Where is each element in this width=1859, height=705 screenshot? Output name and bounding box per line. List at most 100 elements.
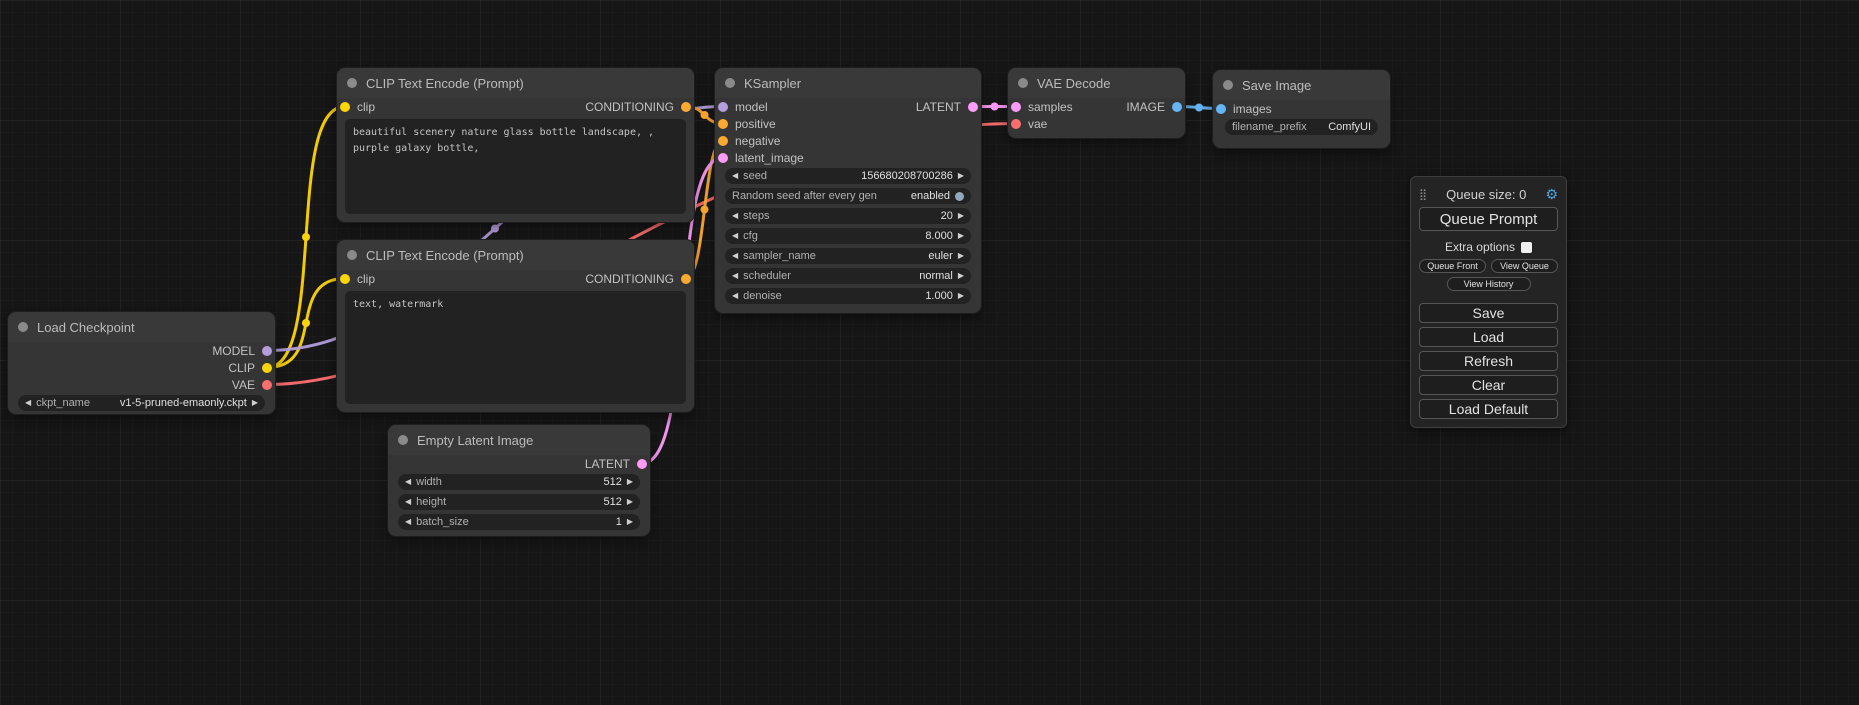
widget-label: batch_size — [416, 516, 469, 528]
increment-arrow-icon[interactable]: ▶ — [958, 272, 964, 280]
node-title-bar[interactable]: Empty Latent Image — [388, 425, 650, 455]
collapse-dot-icon[interactable] — [1018, 78, 1028, 88]
input-slot-positive[interactable] — [718, 119, 728, 129]
input-slot-model[interactable] — [718, 102, 728, 112]
output-slot-conditioning[interactable] — [681, 274, 691, 284]
load-default-button[interactable]: Load Default — [1419, 399, 1558, 419]
increment-arrow-icon[interactable]: ▶ — [627, 518, 633, 526]
node-title-bar[interactable]: VAE Decode — [1008, 68, 1185, 98]
gear-icon[interactable]: ⚙ — [1545, 186, 1558, 203]
widget-filename-prefix[interactable]: filename_prefix ComfyUI — [1225, 119, 1378, 135]
decrement-arrow-icon[interactable]: ◀ — [732, 172, 738, 180]
widget-label: denoise — [743, 290, 782, 302]
widget-cfg[interactable]: ◀ cfg 8.000 ▶ — [725, 228, 971, 244]
collapse-dot-icon[interactable] — [1223, 80, 1233, 90]
node-title-bar[interactable]: CLIP Text Encode (Prompt) — [337, 68, 694, 98]
decrement-arrow-icon[interactable]: ◀ — [732, 212, 738, 220]
widget-denoise[interactable]: ◀ denoise 1.000 ▶ — [725, 288, 971, 304]
widget-seed[interactable]: ◀ seed 156680208700286 ▶ — [725, 168, 971, 184]
load-button[interactable]: Load — [1419, 327, 1558, 347]
input-slot-clip[interactable] — [340, 274, 350, 284]
queue-prompt-button[interactable]: Queue Prompt — [1419, 207, 1558, 231]
drag-handle-icon[interactable]: ⣿ — [1419, 188, 1427, 201]
node-title-bar[interactable]: Save Image — [1213, 70, 1390, 100]
queue-front-button[interactable]: Queue Front — [1419, 259, 1486, 273]
node-clip-text-encode-negative[interactable]: CLIP Text Encode (Prompt) clip CONDITION… — [337, 240, 694, 412]
decrement-arrow-icon[interactable]: ◀ — [405, 518, 411, 526]
widget-sampler-name[interactable]: ◀ sampler_name euler ▶ — [725, 248, 971, 264]
output-label-image: IMAGE — [1126, 100, 1165, 114]
output-slot-vae[interactable] — [262, 380, 272, 390]
collapse-dot-icon[interactable] — [398, 435, 408, 445]
increment-arrow-icon[interactable]: ▶ — [958, 252, 964, 260]
output-slot-group: CONDITIONING — [585, 272, 691, 286]
view-queue-button[interactable]: View Queue — [1491, 259, 1558, 273]
decrement-arrow-icon[interactable]: ◀ — [732, 292, 738, 300]
view-history-button[interactable]: View History — [1447, 277, 1531, 291]
node-clip-text-encode-positive[interactable]: CLIP Text Encode (Prompt) clip CONDITION… — [337, 68, 694, 222]
widget-value: euler — [928, 250, 952, 262]
node-load-checkpoint[interactable]: Load Checkpoint MODEL CLIP VAE ◀ ckpt_na… — [8, 312, 275, 414]
increment-arrow-icon[interactable]: ▶ — [252, 399, 258, 407]
increment-arrow-icon[interactable]: ▶ — [958, 232, 964, 240]
decrement-arrow-icon[interactable]: ◀ — [732, 232, 738, 240]
output-slot-model[interactable] — [262, 346, 272, 356]
collapse-dot-icon[interactable] — [725, 78, 735, 88]
output-slot-latent[interactable] — [637, 459, 647, 469]
increment-arrow-icon[interactable]: ▶ — [958, 172, 964, 180]
output-label-model: MODEL — [212, 344, 255, 358]
queue-size-label: Queue size: 0 — [1427, 187, 1545, 202]
input-slot-clip[interactable] — [340, 102, 350, 112]
widget-random-seed-toggle[interactable]: Random seed after every gen enabled — [725, 188, 971, 204]
collapse-dot-icon[interactable] — [347, 250, 357, 260]
prompt-textarea[interactable]: text, watermark — [345, 291, 686, 404]
increment-arrow-icon[interactable]: ▶ — [958, 212, 964, 220]
decrement-arrow-icon[interactable]: ◀ — [732, 272, 738, 280]
clear-button[interactable]: Clear — [1419, 375, 1558, 395]
node-save-image[interactable]: Save Image images filename_prefix ComfyU… — [1213, 70, 1390, 148]
input-slot-samples[interactable] — [1011, 102, 1021, 112]
collapse-dot-icon[interactable] — [18, 322, 28, 332]
node-empty-latent-image[interactable]: Empty Latent Image LATENT ◀ width 512 ▶ … — [388, 425, 650, 536]
output-slot-group: CONDITIONING — [585, 100, 691, 114]
input-slot-images[interactable] — [1216, 104, 1226, 114]
increment-arrow-icon[interactable]: ▶ — [627, 498, 633, 506]
toggle-knob-icon[interactable] — [955, 192, 964, 201]
node-vae-decode[interactable]: VAE Decode samples vae IMAGE — [1008, 68, 1185, 138]
widget-value: 1.000 — [925, 290, 953, 302]
refresh-button[interactable]: Refresh — [1419, 351, 1558, 371]
input-slot-negative[interactable] — [718, 136, 728, 146]
input-slot-vae[interactable] — [1011, 119, 1021, 129]
node-graph-canvas[interactable]: { "colors": { "model": "#B39DDB", "clip"… — [0, 0, 1859, 705]
decrement-arrow-icon[interactable]: ◀ — [732, 252, 738, 260]
widget-batch-size[interactable]: ◀ batch_size 1 ▶ — [398, 514, 640, 530]
widget-value: 1 — [616, 516, 622, 528]
output-slot-clip[interactable] — [262, 363, 272, 373]
output-slot-image[interactable] — [1172, 102, 1182, 112]
widget-height[interactable]: ◀ height 512 ▶ — [398, 494, 640, 510]
extra-options-checkbox[interactable] — [1521, 242, 1532, 253]
save-button[interactable]: Save — [1419, 303, 1558, 323]
widget-steps[interactable]: ◀ steps 20 ▶ — [725, 208, 971, 224]
node-title: Load Checkpoint — [37, 320, 135, 335]
widget-ckpt-name[interactable]: ◀ ckpt_name v1-5-pruned-emaonly.ckpt ▶ — [18, 395, 265, 411]
node-title-bar[interactable]: CLIP Text Encode (Prompt) — [337, 240, 694, 270]
extra-options-row: Extra options — [1419, 239, 1558, 255]
output-slot-latent[interactable] — [968, 102, 978, 112]
widget-scheduler[interactable]: ◀ scheduler normal ▶ — [725, 268, 971, 284]
prompt-textarea[interactable]: beautiful scenery nature glass bottle la… — [345, 119, 686, 214]
widget-width[interactable]: ◀ width 512 ▶ — [398, 474, 640, 490]
decrement-arrow-icon[interactable]: ◀ — [405, 498, 411, 506]
node-title-bar[interactable]: KSampler — [715, 68, 981, 98]
increment-arrow-icon[interactable]: ▶ — [627, 478, 633, 486]
collapse-dot-icon[interactable] — [347, 78, 357, 88]
increment-arrow-icon[interactable]: ▶ — [958, 292, 964, 300]
input-slot-latent-image[interactable] — [718, 153, 728, 163]
queue-panel-header: ⣿ Queue size: 0 ⚙ — [1419, 185, 1558, 203]
decrement-arrow-icon[interactable]: ◀ — [405, 478, 411, 486]
output-slot-conditioning[interactable] — [681, 102, 691, 112]
node-title-bar[interactable]: Load Checkpoint — [8, 312, 275, 342]
node-title: CLIP Text Encode (Prompt) — [366, 248, 524, 263]
decrement-arrow-icon[interactable]: ◀ — [25, 399, 31, 407]
node-ksampler[interactable]: KSampler model positive negative latent_… — [715, 68, 981, 313]
